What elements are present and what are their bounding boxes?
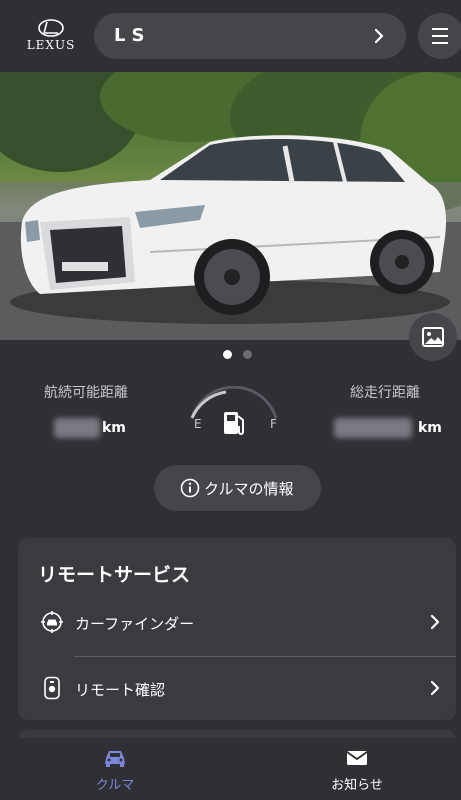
brand-wordmark: LEXUS: [26, 38, 76, 52]
row-divider: [74, 656, 456, 657]
image-gallery-icon: [422, 327, 444, 347]
fuel-empty-label: E: [194, 417, 202, 431]
remote-check-row[interactable]: リモート確認: [18, 664, 456, 714]
chevron-right-icon: [430, 680, 440, 696]
tab-notices-label: お知らせ: [331, 778, 383, 793]
bottom-tab-bar: クルマ お知らせ: [0, 738, 461, 800]
vehicle-info-label: クルマの情報: [204, 480, 294, 498]
chevron-right-icon: [430, 614, 440, 630]
tab-car[interactable]: クルマ: [0, 738, 230, 800]
pagination-dot-active[interactable]: [223, 350, 232, 359]
fuel-gauge: [186, 385, 282, 442]
lexus-logo: LEXUS: [16, 18, 86, 54]
car-photo[interactable]: [0, 72, 461, 340]
remote-service-title: リモートサービス: [38, 564, 191, 586]
remote-check-label: リモート確認: [75, 681, 166, 699]
pagination-dot[interactable]: [243, 350, 252, 359]
remote-service-card: リモートサービス カーファインダー リモート確認: [18, 538, 456, 720]
menu-button[interactable]: [418, 13, 461, 59]
info-icon: [180, 478, 200, 498]
car-finder-label: カーファインダー: [75, 615, 195, 633]
tab-car-label: クルマ: [95, 778, 135, 793]
odometer-unit: km: [418, 420, 442, 436]
fuel-pump-icon: [224, 412, 244, 435]
envelope-icon: [346, 751, 368, 765]
odometer-value-redacted: [334, 418, 412, 438]
fuel-full-label: F: [270, 417, 277, 431]
range-value-redacted: [54, 418, 100, 438]
car-finder-icon: [41, 611, 63, 633]
remote-key-icon: [44, 676, 60, 700]
chevron-right-icon: [374, 28, 384, 44]
model-selector-button[interactable]: LS: [94, 13, 406, 59]
vehicle-info-button[interactable]: クルマの情報: [154, 465, 321, 511]
range-label: 航続可能距離: [44, 385, 128, 401]
car-icon: [105, 751, 125, 767]
model-name: LS: [114, 25, 151, 46]
app-header: LEXUS LS: [0, 0, 461, 72]
car-finder-row[interactable]: カーファインダー: [18, 598, 456, 648]
carousel-pagination: [0, 350, 461, 360]
odometer-label: 総走行距離: [350, 385, 420, 401]
range-unit: km: [102, 420, 126, 436]
tab-notices[interactable]: お知らせ: [230, 738, 460, 800]
